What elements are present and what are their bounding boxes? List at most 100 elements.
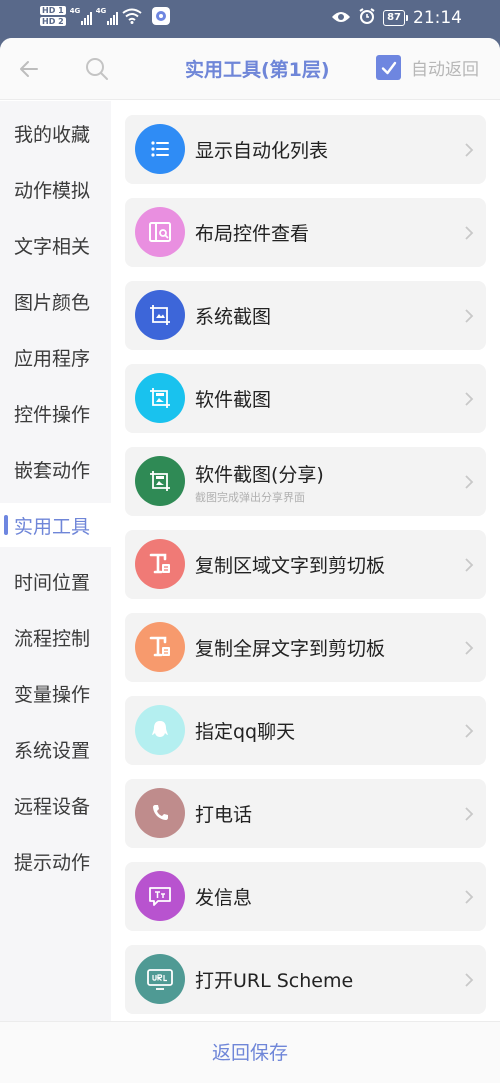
screenshot-icon — [135, 290, 185, 340]
auto-return-label: 自动返回 — [411, 60, 479, 80]
sidebar-item-label: 我的收藏 — [14, 124, 91, 146]
list-item[interactable]: 软件截图 — [125, 364, 486, 433]
sidebar-item-variables[interactable]: 变量操作 — [0, 671, 111, 715]
status-time: 21:14 — [413, 8, 462, 28]
wifi-icon — [122, 8, 142, 24]
list-item-label: 软件截图(分享) — [195, 464, 324, 486]
copy-text-icon — [135, 539, 185, 589]
sidebar-item-time-location[interactable]: 时间位置 — [0, 559, 111, 603]
list-item[interactable]: 复制全屏文字到剪切板 — [125, 613, 486, 682]
status-left: HD 1 HD 2 4G 4G — [40, 6, 170, 26]
message-icon — [135, 871, 185, 921]
action-list: 显示自动化列表 布局控件查看 系统截图 软件截图 软件截图(分享) 截图完成弹出… — [111, 101, 500, 1021]
list-icon — [135, 124, 185, 174]
chevron-right-icon — [465, 724, 474, 738]
status-bar: HD 1 HD 2 4G 4G 87 21:14 — [0, 0, 500, 38]
sidebar-item-remote-devices[interactable]: 远程设备 — [0, 783, 111, 827]
copy-text-icon — [135, 622, 185, 672]
hd-bottom: HD 2 — [40, 17, 66, 26]
sidebar-item-label: 变量操作 — [14, 684, 91, 706]
sidebar-item-nested[interactable]: 嵌套动作 — [0, 447, 111, 491]
list-item-label: 指定qq聊天 — [195, 721, 296, 743]
search-button[interactable] — [84, 56, 110, 82]
sidebar-item-label: 动作模拟 — [14, 180, 91, 202]
sidebar-item-apps[interactable]: 应用程序 — [0, 335, 111, 379]
hd-top: HD 1 — [40, 6, 66, 15]
sidebar-item-favorites[interactable]: 我的收藏 — [0, 111, 111, 155]
signal-icon-2: 4G — [96, 7, 118, 25]
hd-indicator: HD 1 HD 2 — [40, 6, 66, 26]
alarm-icon — [359, 8, 375, 28]
sidebar-item-action-simulation[interactable]: 动作模拟 — [0, 167, 111, 211]
phone-icon — [135, 788, 185, 838]
list-item-label: 发信息 — [195, 887, 253, 909]
status-right: 87 21:14 — [331, 8, 462, 28]
sidebar-item-image-color[interactable]: 图片颜色 — [0, 279, 111, 323]
category-sidebar: 我的收藏 动作模拟 文字相关 图片颜色 应用程序 控件操作 嵌套动作 实用工具 … — [0, 101, 111, 1021]
list-item-sublabel: 截图完成弹出分享界面 — [195, 491, 305, 504]
list-item[interactable]: 复制区域文字到剪切板 — [125, 530, 486, 599]
qq-icon — [135, 705, 185, 755]
list-item[interactable]: 打电话 — [125, 779, 486, 848]
sidebar-item-system-settings[interactable]: 系统设置 — [0, 727, 111, 771]
list-item[interactable]: 打开URL Scheme — [125, 945, 486, 1014]
chevron-right-icon — [465, 143, 474, 157]
sidebar-item-prompts[interactable]: 提示动作 — [0, 839, 111, 883]
sidebar-item-label: 流程控制 — [14, 628, 91, 650]
app-badge-icon — [151, 7, 170, 25]
sidebar-item-flow-control[interactable]: 流程控制 — [0, 615, 111, 659]
sidebar-item-label: 时间位置 — [14, 572, 91, 594]
list-item-label: 打开URL Scheme — [195, 970, 354, 992]
check-icon — [381, 61, 396, 74]
arrow-left-icon — [20, 61, 38, 77]
return-save-button[interactable]: 返回保存 — [0, 1022, 500, 1083]
chevron-right-icon — [465, 807, 474, 821]
chevron-right-icon — [465, 641, 474, 655]
chevron-right-icon — [465, 392, 474, 406]
sidebar-item-label: 提示动作 — [14, 852, 91, 874]
app-screenshot-share-icon — [135, 456, 185, 506]
list-item[interactable]: 系统截图 — [125, 281, 486, 350]
sidebar-item-utilities[interactable]: 实用工具 — [0, 503, 111, 547]
search-icon — [86, 58, 108, 80]
list-item[interactable]: 软件截图(分享) 截图完成弹出分享界面 — [125, 447, 486, 516]
list-item-label: 复制区域文字到剪切板 — [195, 555, 386, 577]
back-button[interactable] — [16, 56, 42, 82]
chevron-right-icon — [465, 226, 474, 240]
page-title: 实用工具(第1层) — [185, 59, 330, 81]
sidebar-item-label: 应用程序 — [14, 348, 91, 370]
list-item[interactable]: 发信息 — [125, 862, 486, 931]
layout-inspect-icon — [135, 207, 185, 257]
app-screenshot-icon — [135, 373, 185, 423]
bottom-bar: 返回保存 — [0, 1021, 500, 1083]
sidebar-item-label: 文字相关 — [14, 236, 91, 258]
active-indicator — [4, 515, 8, 535]
list-item[interactable]: 布局控件查看 — [125, 198, 486, 267]
sidebar-item-controls[interactable]: 控件操作 — [0, 391, 111, 435]
app-window: 实用工具(第1层) 自动返回 我的收藏 动作模拟 文字相关 图片颜色 应用程序 … — [0, 38, 500, 1083]
eye-icon — [331, 9, 351, 28]
sidebar-item-label: 系统设置 — [14, 740, 91, 762]
auto-return-checkbox[interactable] — [376, 55, 401, 80]
list-item[interactable]: 指定qq聊天 — [125, 696, 486, 765]
list-item-label: 布局控件查看 — [195, 223, 310, 245]
chevron-right-icon — [465, 475, 474, 489]
sidebar-item-label: 控件操作 — [14, 404, 91, 426]
list-item-label: 复制全屏文字到剪切板 — [195, 638, 386, 660]
list-item-label: 系统截图 — [195, 306, 272, 328]
sidebar-item-label: 嵌套动作 — [14, 460, 91, 482]
list-item-label: 打电话 — [195, 804, 253, 826]
url-icon — [135, 954, 185, 1004]
signal-icon: 4G — [70, 7, 92, 25]
chevron-right-icon — [465, 890, 474, 904]
chevron-right-icon — [465, 973, 474, 987]
list-item[interactable]: 显示自动化列表 — [125, 115, 486, 184]
auto-return-toggle[interactable]: 自动返回 — [376, 55, 479, 80]
top-bar: 实用工具(第1层) 自动返回 — [0, 38, 500, 100]
list-item-label: 软件截图 — [195, 389, 272, 411]
sidebar-item-label: 图片颜色 — [14, 292, 91, 314]
battery-icon: 87 — [383, 10, 408, 26]
sidebar-item-text[interactable]: 文字相关 — [0, 223, 111, 267]
chevron-right-icon — [465, 309, 474, 323]
chevron-right-icon — [465, 558, 474, 572]
